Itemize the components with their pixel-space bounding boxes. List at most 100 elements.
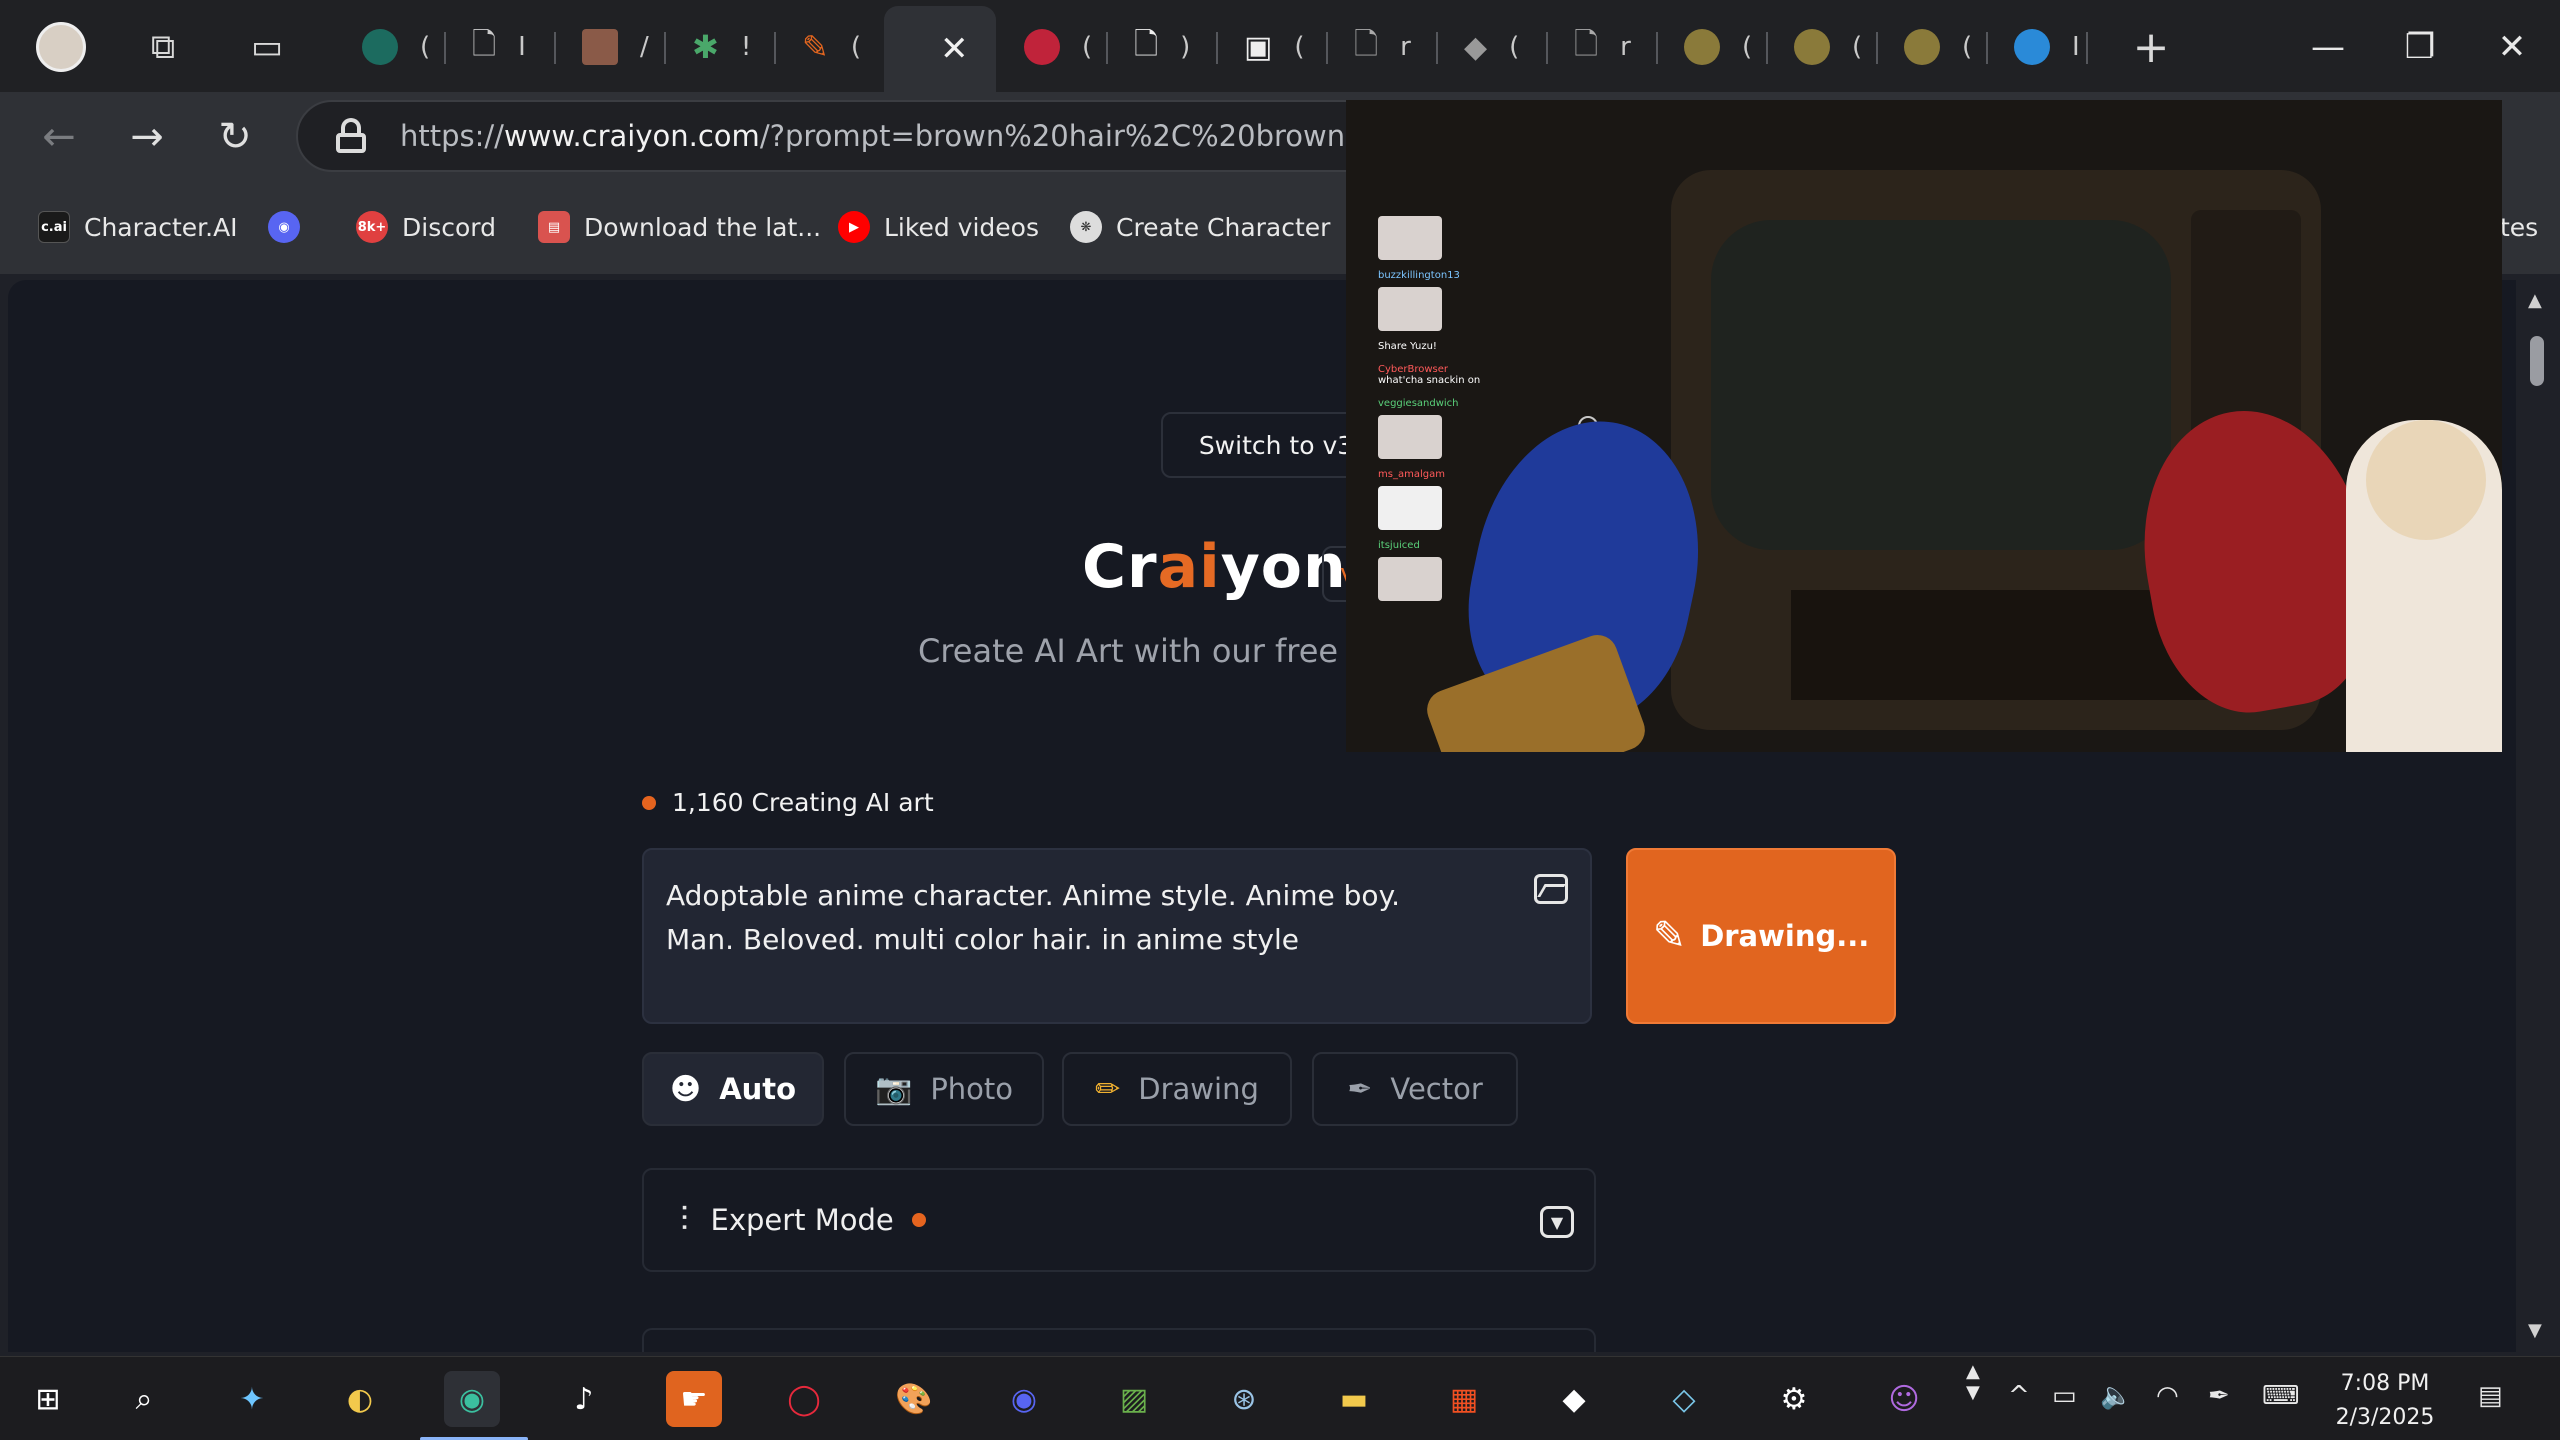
battery-icon[interactable]: ▭ [2052, 1381, 2077, 1411]
bookmark-label: tes [2500, 212, 2539, 242]
edge-icon[interactable]: ◉ [444, 1371, 500, 1427]
color-app-icon[interactable]: ◐ [332, 1371, 388, 1427]
tab-8[interactable]: ▣ ( [1218, 8, 1328, 86]
close-window-button[interactable]: ✕ [2480, 20, 2544, 74]
tiktok-icon[interactable]: ♪ [556, 1371, 612, 1427]
tab-1[interactable]: ( [336, 8, 446, 86]
mode-drawing-button[interactable]: ✏ Drawing [1062, 1052, 1292, 1126]
tab-13[interactable]: ( [1768, 8, 1878, 86]
search-icon[interactable]: ⌕ [116, 1371, 172, 1427]
page-scrollbar[interactable]: ▲ ▼ [2516, 280, 2560, 1352]
start-button[interactable]: ⊞ [20, 1371, 76, 1427]
tab-12[interactable]: ( [1658, 8, 1768, 86]
bookmark-download[interactable]: ▤ Download the lat... [538, 204, 821, 250]
bookmark-create-character[interactable]: ❋ Create Character [1070, 204, 1330, 250]
tab-15[interactable]: I [1988, 8, 2088, 86]
opera-icon[interactable]: ◯ [776, 1371, 832, 1427]
wifi-icon[interactable]: ◠ [2156, 1381, 2179, 1411]
bookmark-label: Download the lat... [584, 212, 822, 242]
draw-button[interactable]: ✎ Drawing... [1626, 848, 1896, 1024]
tab-5[interactable]: ✎ ( [776, 8, 886, 86]
youtube-icon: ▶ [838, 211, 870, 243]
expert-mode-panel[interactable]: ⫶ Expert Mode ▼ [642, 1168, 1596, 1272]
vertical-tabs-icon[interactable]: ▭ [238, 18, 296, 76]
refresh-button[interactable]: ↻ [206, 108, 264, 166]
document-icon: 🗋 [1574, 26, 1599, 62]
tab-9[interactable]: 🗋 r [1328, 8, 1438, 86]
scroll-thumb[interactable] [2530, 336, 2544, 386]
notification-icon[interactable]: ▤ [2478, 1381, 2503, 1411]
forward-button[interactable]: → [118, 108, 176, 166]
minimize-button[interactable]: — [2296, 20, 2360, 74]
scroll-up-arrow[interactable]: ▲ [2528, 290, 2542, 311]
store-icon: ▤ [538, 211, 570, 243]
show-hidden-icons[interactable]: ▲ ▼ [1966, 1361, 1980, 1403]
tab-active-craiyon[interactable]: ✕ [884, 6, 996, 92]
tab-7[interactable]: 🗋 ) [1108, 8, 1218, 86]
scroll-down-arrow[interactable]: ▼ [2528, 1320, 2542, 1341]
chat-emote [1378, 216, 1442, 260]
game-app-icon[interactable]: ☺ [1876, 1371, 1932, 1427]
tab-title: ( [1742, 32, 1753, 62]
tab-11[interactable]: 🗋 r [1548, 8, 1658, 86]
new-tab-button[interactable]: + [2122, 18, 2180, 76]
tab-separator [2086, 32, 2088, 64]
camera-icon: 📷 [874, 1071, 913, 1107]
prompt-input[interactable]: Adoptable anime character. Anime style. … [642, 848, 1592, 1024]
tab-title: ! [740, 32, 752, 62]
vtuber-avatar [2346, 420, 2502, 752]
clock-time: 7:08 PM [2340, 1371, 2430, 1396]
picture-in-picture-video[interactable]: buzzkillington13 Share Yuzu! CyberBrowse… [1346, 100, 2502, 752]
tab-2[interactable]: 🗋 I [446, 8, 556, 86]
volume-icon[interactable]: 🔈 [2100, 1381, 2132, 1411]
keyboard-icon[interactable]: ⌨ [2262, 1381, 2300, 1411]
chat-username: itsjuiced [1378, 540, 1420, 551]
bookmark-discord-icon-only[interactable]: ◉ [268, 204, 314, 250]
chevron-up-icon[interactable]: ^ [2008, 1381, 2030, 1411]
tab-14[interactable]: ( [1878, 8, 1988, 86]
pen-icon[interactable]: ✒ [2208, 1381, 2230, 1411]
file-explorer-icon[interactable]: ▬ [1326, 1371, 1382, 1427]
status-dot [911, 1213, 926, 1227]
workspaces-icon[interactable]: ⧉ [134, 18, 192, 76]
tab-title: ( [850, 32, 861, 62]
chat-username: veggiesandwich [1378, 398, 1459, 409]
pinwheel-icon: ✱ [692, 28, 719, 66]
tab-title: ( [1852, 32, 1863, 62]
tab-3[interactable]: / [556, 8, 666, 86]
discord-icon[interactable]: ◉ [996, 1371, 1052, 1427]
mode-vector-button[interactable]: ✒ Vector [1312, 1052, 1518, 1126]
copilot-icon[interactable]: ✦ [224, 1371, 280, 1427]
craiyon-logo[interactable]: Craiyon [1082, 532, 1347, 602]
chat-emote [1378, 287, 1442, 331]
tab-favicon [582, 29, 618, 65]
image-upload-icon[interactable] [1534, 874, 1568, 904]
mode-label: Drawing [1138, 1072, 1259, 1106]
profile-avatar[interactable] [32, 18, 90, 76]
mode-photo-button[interactable]: 📷 Photo [844, 1052, 1044, 1126]
bookmark-discord[interactable]: 8k+ Discord [356, 204, 496, 250]
tab-10[interactable]: ◆ ( [1438, 8, 1548, 86]
system-clock[interactable]: 7:08 PM 2/3/2025 [2330, 1367, 2440, 1435]
back-button[interactable]: ← [30, 108, 88, 166]
bookmark-character-ai[interactable]: c.ai Character.AI [38, 204, 238, 250]
paint-icon[interactable]: 🎨 [886, 1371, 942, 1427]
restore-button[interactable]: ❐ [2388, 20, 2452, 74]
tab-6[interactable]: ( [998, 8, 1108, 86]
prompt-text[interactable]: Adoptable anime character. Anime style. … [666, 874, 1466, 962]
mode-auto-button[interactable]: ☻ Auto [642, 1052, 824, 1126]
microsoft-store-icon[interactable]: ▦ [1436, 1371, 1492, 1427]
settings-gear-icon[interactable]: ⚙ [1766, 1371, 1822, 1427]
lock-icon[interactable] [336, 118, 366, 154]
tab-title: I [2072, 32, 2080, 62]
tab-4[interactable]: ✱ ! [666, 8, 776, 86]
bookmark-partial[interactable]: tes [2500, 204, 2538, 250]
chevron-down-icon[interactable]: ▼ [1540, 1206, 1574, 1238]
bookmark-liked-videos[interactable]: ▶ Liked videos [838, 204, 1039, 250]
orange-app-icon[interactable]: ☛ [666, 1371, 722, 1427]
steam-icon[interactable]: ⊛ [1216, 1371, 1272, 1427]
roblox-icon[interactable]: ◆ [1546, 1371, 1602, 1427]
image-editor-icon[interactable]: ▨ [1106, 1371, 1162, 1427]
roblox-studio-icon[interactable]: ◇ [1656, 1371, 1712, 1427]
close-tab-icon[interactable]: ✕ [940, 29, 969, 69]
